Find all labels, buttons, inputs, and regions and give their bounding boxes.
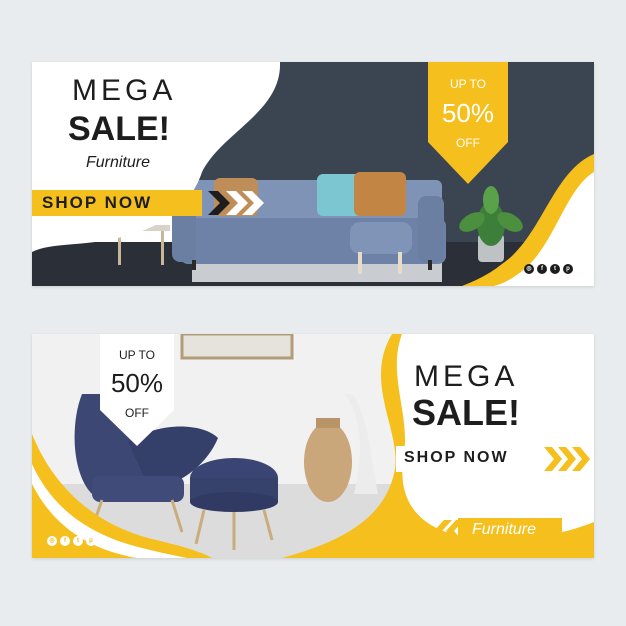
facebook-icon[interactable]: f (537, 264, 547, 274)
category-label: Furniture (86, 154, 151, 171)
pinterest-icon[interactable]: p (563, 264, 573, 274)
headline-mega: MEGA (414, 360, 519, 393)
discount-value: 50% (110, 368, 164, 398)
twitter-icon[interactable]: t (550, 264, 560, 274)
discount-suffix: OFF (456, 136, 480, 150)
banner-top: MEGA SALE! Furniture SHOP NOW UP TO 50% … (32, 62, 594, 286)
headline-sale: SALE! (412, 392, 520, 433)
instagram-icon[interactable]: ◎ (524, 264, 534, 274)
social-links: ◎ f t p (47, 536, 96, 546)
facebook-icon[interactable]: f (60, 536, 70, 546)
headline-mega: MEGA (72, 74, 177, 107)
discount-prefix: UP TO (118, 348, 156, 362)
banner-bottom: UP TO 50% OFF MEGA SALE! SHOP NOW Furnit… (32, 334, 594, 558)
wall-frame (180, 334, 294, 360)
headline-sale: SALE! (68, 110, 170, 148)
instagram-icon[interactable]: ◎ (47, 536, 57, 546)
discount-prefix: UP TO (449, 77, 487, 91)
shop-now-button[interactable]: SHOP NOW (42, 193, 152, 213)
pinterest-icon[interactable]: p (86, 536, 96, 546)
discount-value: 50% (441, 98, 495, 128)
social-links: ◎ f t p (524, 264, 573, 274)
twitter-icon[interactable]: t (73, 536, 83, 546)
shop-now-button[interactable]: SHOP NOW (404, 449, 509, 467)
discount-suffix: OFF (125, 406, 149, 420)
category-label: Furniture (472, 521, 537, 538)
